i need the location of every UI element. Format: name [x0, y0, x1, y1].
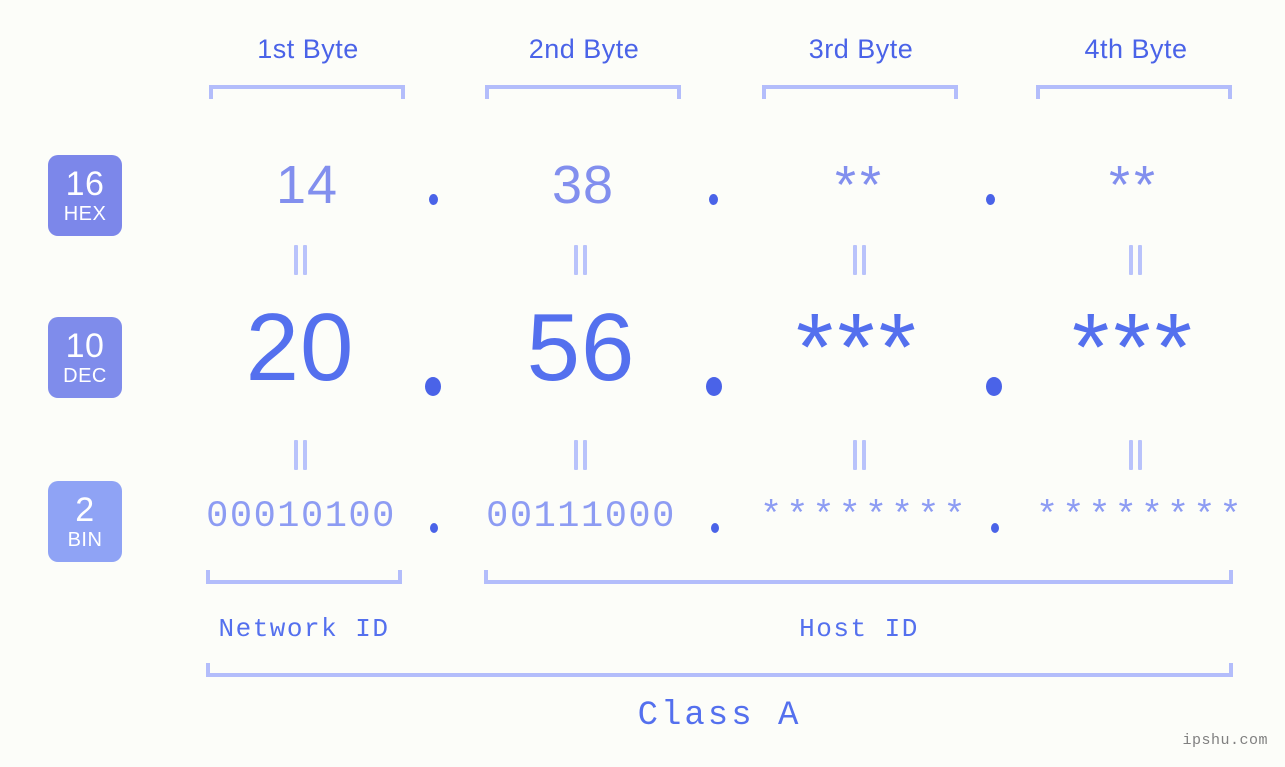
dec-byte-3: ***: [795, 294, 921, 401]
base-badge-bin-name: BIN: [67, 529, 103, 551]
bin-separator-dot-1: [430, 523, 438, 533]
dec-separator-dot-1: [425, 377, 441, 396]
equals-mark-hex-dec-1: [292, 245, 310, 275]
hex-byte-2: 38: [551, 155, 615, 215]
byte-header-4: 4th Byte: [1084, 34, 1188, 64]
class-bracket: [206, 663, 1233, 677]
base-badge-hex[interactable]: 16 HEX: [48, 155, 122, 236]
equals-mark-hex-dec-4: [1127, 245, 1145, 275]
byte-bracket-top-2: [485, 85, 681, 99]
hex-byte-4: **: [1108, 155, 1160, 215]
bin-separator-dot-2: [711, 523, 719, 533]
byte-header-1: 1st Byte: [257, 34, 359, 64]
bin-byte-2: 00111000: [486, 496, 676, 538]
dec-separator-dot-2: [706, 377, 722, 396]
site-watermark: ipshu.com: [1182, 732, 1268, 749]
equals-mark-hex-dec-2: [572, 245, 590, 275]
hex-separator-dot-3: [986, 194, 995, 205]
equals-mark-dec-bin-2: [572, 440, 590, 470]
ip-byte-breakdown-diagram: 1st Byte 2nd Byte 3rd Byte 4th Byte 16 H…: [0, 0, 1285, 767]
byte-bracket-top-4: [1036, 85, 1232, 99]
bin-byte-4: ********: [1036, 496, 1246, 538]
equals-mark-dec-bin-4: [1127, 440, 1145, 470]
network-id-label: Network ID: [218, 614, 390, 644]
byte-header-2: 2nd Byte: [528, 34, 640, 64]
base-badge-bin[interactable]: 2 BIN: [48, 481, 122, 562]
dec-separator-dot-3: [986, 377, 1002, 396]
equals-mark-dec-bin-3: [851, 440, 869, 470]
base-badge-hex-number: 16: [65, 165, 105, 203]
base-badge-bin-number: 2: [75, 491, 95, 529]
class-label: Class A: [637, 697, 802, 735]
bin-separator-dot-3: [991, 523, 999, 533]
base-badge-dec[interactable]: 10 DEC: [48, 317, 122, 398]
byte-bracket-top-3: [762, 85, 958, 99]
dec-byte-2: 56: [526, 294, 636, 401]
base-badge-dec-number: 10: [65, 327, 105, 365]
bin-byte-3: ********: [760, 496, 970, 538]
host-id-label: Host ID: [799, 614, 919, 644]
host-id-bracket: [484, 570, 1233, 584]
byte-header-3: 3rd Byte: [808, 34, 914, 64]
byte-bracket-top-1: [209, 85, 405, 99]
dec-byte-4: ***: [1071, 294, 1197, 401]
bin-byte-1: 00010100: [206, 496, 396, 538]
equals-mark-dec-bin-1: [292, 440, 310, 470]
hex-byte-3: **: [834, 155, 886, 215]
base-badge-hex-name: HEX: [63, 203, 107, 225]
base-badge-dec-name: DEC: [63, 365, 107, 387]
equals-mark-hex-dec-3: [851, 245, 869, 275]
hex-separator-dot-1: [429, 194, 438, 205]
hex-separator-dot-2: [709, 194, 718, 205]
network-id-bracket: [206, 570, 402, 584]
hex-byte-1: 14: [275, 155, 339, 215]
dec-byte-1: 20: [245, 294, 355, 401]
